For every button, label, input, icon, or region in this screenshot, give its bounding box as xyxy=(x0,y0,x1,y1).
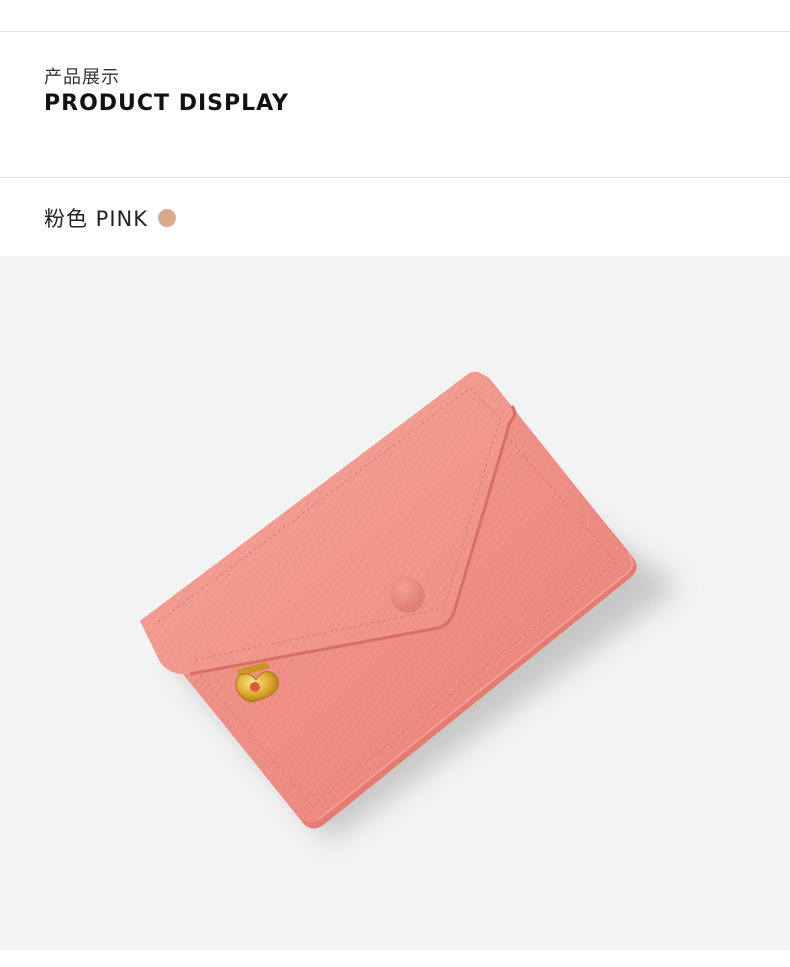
section-title: PRODUCT DISPLAY xyxy=(44,91,289,116)
product-photo xyxy=(0,256,790,950)
section-header: 产品展示 PRODUCT DISPLAY xyxy=(44,66,289,118)
snap-button-icon xyxy=(390,577,422,609)
color-label: 粉色 PINK xyxy=(44,207,149,231)
color-option: 粉色 PINK xyxy=(44,203,177,233)
section-subtitle: 产品展示 xyxy=(44,67,120,88)
wallet-image xyxy=(140,371,680,841)
color-swatch-icon xyxy=(158,209,177,227)
bottom-strip xyxy=(0,950,790,967)
middle-divider xyxy=(0,177,790,178)
top-divider xyxy=(0,31,790,32)
